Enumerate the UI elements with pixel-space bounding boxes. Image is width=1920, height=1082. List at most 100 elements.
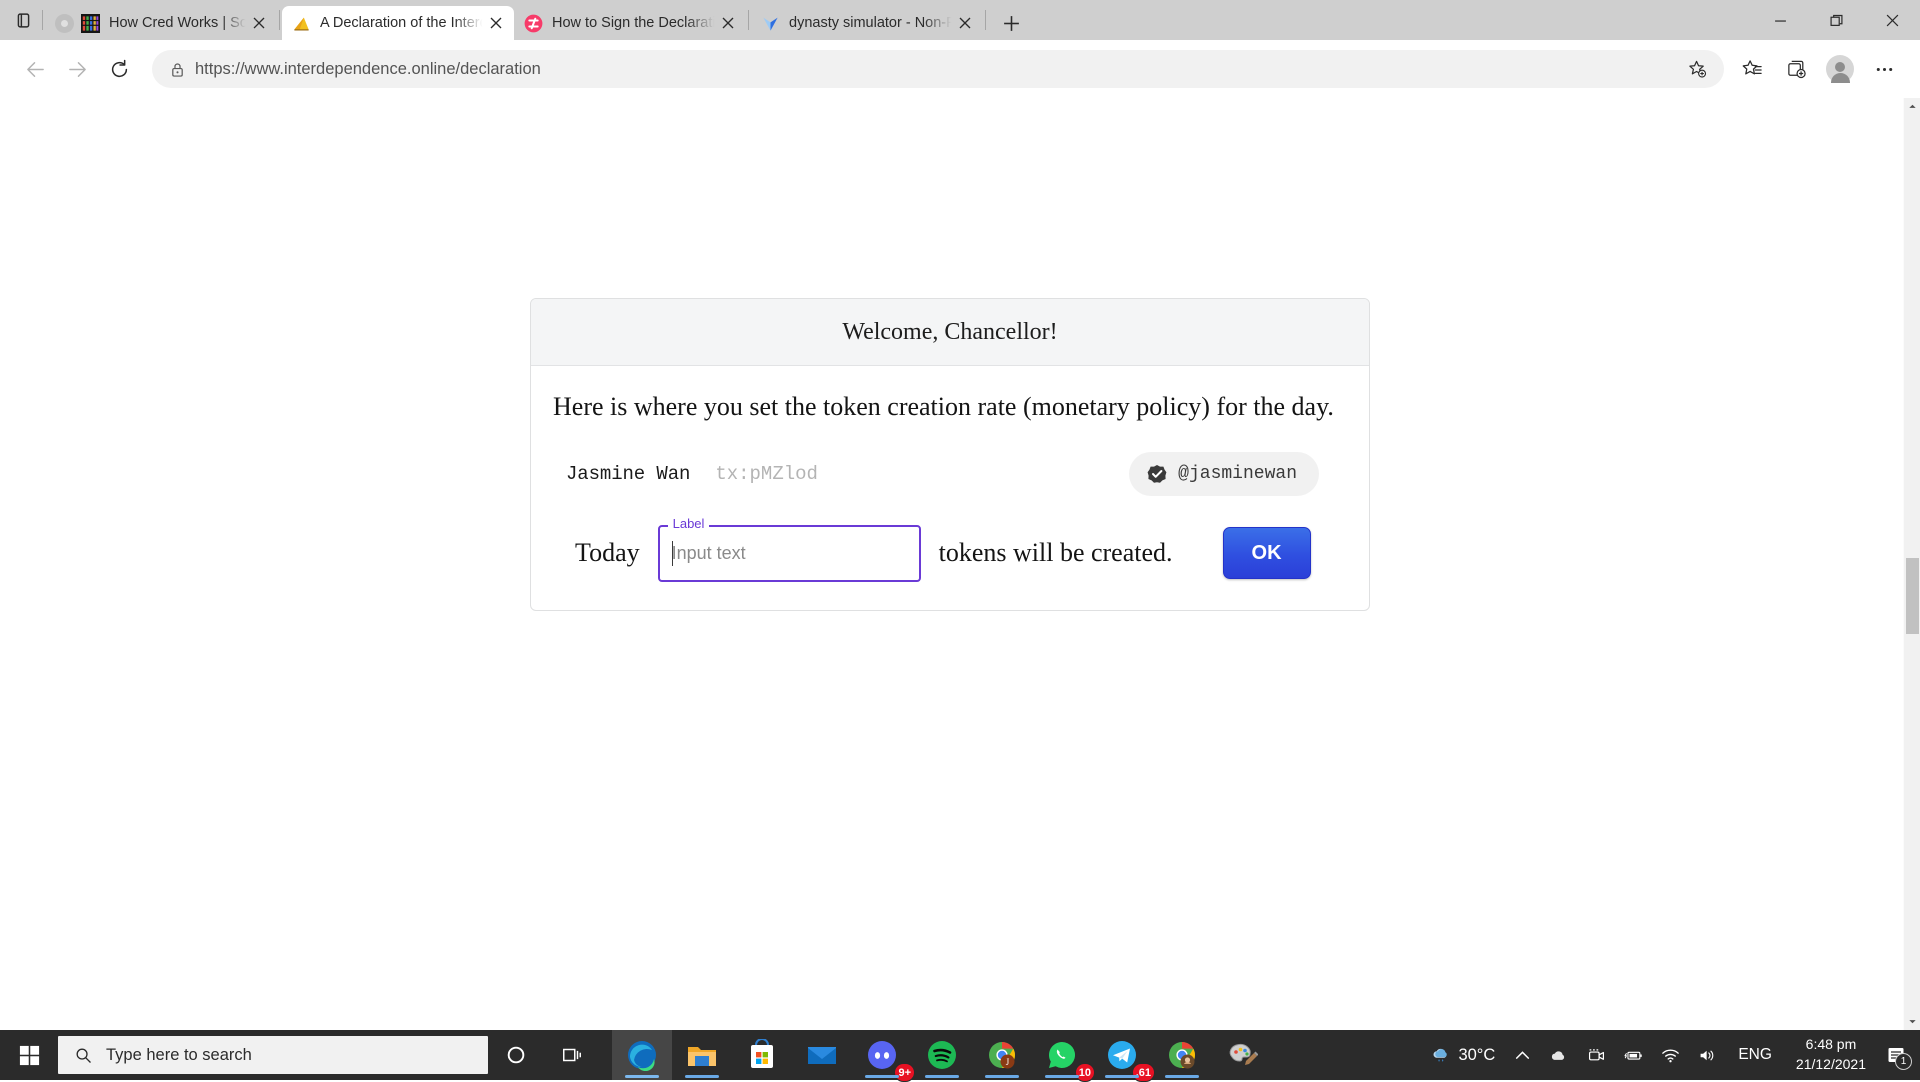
user-identity-row: Jasmine Wan tx:pMZlod @jasminewan: [553, 451, 1347, 497]
forward-button[interactable]: [56, 48, 98, 90]
policy-input-row: Today Label tokens will be created. OK: [553, 525, 1347, 582]
chrome-icon: J: [986, 1039, 1018, 1071]
taskbar-app-mail[interactable]: [792, 1030, 852, 1080]
close-icon: [722, 17, 734, 29]
browser-tab-3[interactable]: How to Sign the Declaration of In: [514, 6, 746, 40]
onedrive-tray-button[interactable]: [1541, 1030, 1578, 1080]
verified-check-icon: [1147, 464, 1167, 484]
show-hidden-icons-chevron: [1513, 1046, 1532, 1065]
taskbar-app-spotify[interactable]: [912, 1030, 972, 1080]
collections-button[interactable]: [1774, 48, 1818, 90]
network-button[interactable]: [1652, 1030, 1689, 1080]
favorites-button[interactable]: [1730, 48, 1774, 90]
taskbar-app-telegram[interactable]: .61: [1092, 1030, 1152, 1080]
spotify-icon: [926, 1039, 958, 1071]
weather-widget[interactable]: 30°C: [1422, 1030, 1504, 1080]
windows-taskbar: Type here to search: [0, 1030, 1920, 1080]
taskbar-app-whatsapp[interactable]: 10: [1032, 1030, 1092, 1080]
taskbar-app-file-explorer[interactable]: [672, 1030, 732, 1080]
clock-date: 21/12/2021: [1796, 1055, 1866, 1075]
pink-circle-favicon: [524, 14, 543, 33]
rain-cloud-icon: [1431, 1046, 1450, 1065]
tab-audio-mute-icon[interactable]: [55, 14, 74, 33]
token-rate-field[interactable]: Label: [658, 525, 921, 582]
browser-window: How Cred Works | SourceCred A Declaratio…: [0, 0, 1920, 1030]
scroll-down-button[interactable]: [1904, 1013, 1920, 1030]
add-favorite-button[interactable]: [1682, 60, 1712, 79]
discord-icon: [866, 1039, 898, 1071]
tab-title: How Cred Works | SourceCred: [109, 6, 247, 40]
window-close-button[interactable]: [1864, 0, 1920, 40]
svg-text:J: J: [1006, 1057, 1010, 1067]
tab-close-button[interactable]: [716, 11, 740, 35]
policy-suffix-text: tokens will be created.: [939, 538, 1173, 568]
user-handle-pill[interactable]: @jasminewan: [1129, 452, 1319, 496]
more-options-icon: [1874, 59, 1895, 80]
taskbar-app-paint-3d[interactable]: [1212, 1030, 1272, 1080]
tab-close-button[interactable]: [953, 11, 977, 35]
page-viewport: Welcome, Chancellor! Here is where you s…: [0, 98, 1920, 1030]
notification-count-badge: 1: [1895, 1053, 1912, 1070]
browser-tab-1[interactable]: How Cred Works | SourceCred: [45, 6, 277, 40]
search-placeholder: Type here to search: [106, 1046, 252, 1065]
close-icon: [1886, 14, 1899, 27]
tab-title: dynasty simulator - Non-Fungible: [789, 6, 953, 40]
page-scrollbar[interactable]: [1903, 98, 1920, 1030]
token-rate-input[interactable]: [658, 525, 921, 582]
tab-search-button[interactable]: [6, 0, 40, 40]
start-button[interactable]: [0, 1030, 58, 1080]
minimize-icon: [1774, 14, 1787, 27]
forward-arrow-icon: [67, 59, 88, 80]
name-field-cursor: [689, 457, 701, 491]
meet-now-button[interactable]: [1578, 1030, 1615, 1080]
task-view-icon: [561, 1044, 583, 1066]
refresh-button[interactable]: [98, 48, 140, 90]
taskbar-app-chrome-profile-avatar[interactable]: [1152, 1030, 1212, 1080]
scroll-up-button[interactable]: [1904, 98, 1920, 115]
browser-tab-4[interactable]: dynasty simulator - Non-Fungible: [751, 6, 983, 40]
blue-arrow-favicon: [761, 14, 780, 33]
battery-button[interactable]: [1615, 1030, 1652, 1080]
onedrive-cloud-icon: [1550, 1046, 1569, 1065]
taskbar-app-microsoft-edge[interactable]: [612, 1030, 672, 1080]
new-tab-button[interactable]: [994, 6, 1028, 40]
window-maximize-button[interactable]: [1808, 0, 1864, 40]
taskbar-apps: 9+ J: [612, 1030, 1272, 1080]
back-button[interactable]: [14, 48, 56, 90]
show-hidden-icons-button[interactable]: [1504, 1030, 1541, 1080]
browser-tab-2-active[interactable]: A Declaration of the Interdependence: [282, 6, 514, 40]
taskbar-search-box[interactable]: Type here to search: [58, 1036, 488, 1074]
profile-avatar-icon: [1826, 55, 1854, 83]
cortana-circle-icon: [505, 1044, 527, 1066]
tab-close-button[interactable]: [247, 11, 271, 35]
close-icon: [959, 17, 971, 29]
profile-button[interactable]: [1818, 48, 1862, 90]
paint-3d-icon: [1226, 1039, 1258, 1071]
ok-button[interactable]: OK: [1223, 527, 1311, 579]
microsoft-store-icon: [746, 1039, 778, 1071]
taskbar-app-chrome-profile-j[interactable]: J: [972, 1030, 1032, 1080]
settings-and-more-button[interactable]: [1862, 48, 1906, 90]
notifications-button[interactable]: 1: [1878, 1030, 1920, 1080]
tab-close-button[interactable]: [484, 11, 508, 35]
modal-title: Welcome, Chancellor!: [531, 319, 1369, 346]
taskbar-app-discord[interactable]: 9+: [852, 1030, 912, 1080]
task-view-button[interactable]: [544, 1030, 600, 1080]
site-security-button[interactable]: [164, 62, 190, 77]
add-favorite-star-icon: [1688, 60, 1707, 79]
volume-button[interactable]: [1689, 1030, 1726, 1080]
lock-icon: [170, 62, 185, 77]
chancellor-modal: Welcome, Chancellor! Here is where you s…: [530, 298, 1370, 611]
temperature: 30°C: [1458, 1046, 1495, 1065]
scrollbar-thumb[interactable]: [1906, 558, 1919, 634]
close-icon: [490, 17, 502, 29]
favorites-list-icon: [1742, 59, 1763, 80]
language-indicator[interactable]: ENG: [1726, 1046, 1784, 1064]
address-bar[interactable]: https://www.interdependence.online/decla…: [152, 50, 1724, 88]
cortana-button[interactable]: [488, 1030, 544, 1080]
taskbar-app-microsoft-store[interactable]: [732, 1030, 792, 1080]
window-minimize-button[interactable]: [1752, 0, 1808, 40]
user-handle: @jasminewan: [1178, 464, 1297, 484]
tab-strip-divider: [748, 10, 749, 30]
clock[interactable]: 6:48 pm 21/12/2021: [1784, 1030, 1878, 1080]
